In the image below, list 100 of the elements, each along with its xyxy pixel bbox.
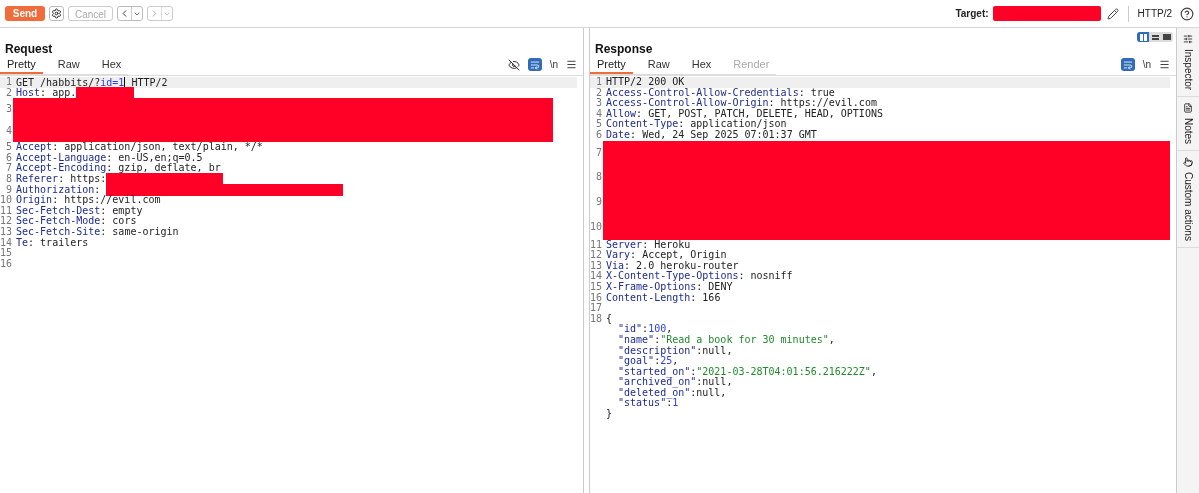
sliders-icon: [1183, 34, 1193, 44]
line-number: 11: [590, 238, 603, 250]
line-number: 12: [0, 215, 13, 227]
menu-icon[interactable]: [1159, 59, 1170, 70]
code-token: "description": [618, 344, 697, 356]
editor-tab[interactable]: Pretty: [0, 58, 43, 74]
line-number: 2: [5, 86, 12, 98]
editor-tab[interactable]: Pretty: [590, 58, 633, 74]
code-token: : https://evil.com: [52, 194, 161, 206]
code-token: "goal": [618, 355, 655, 367]
code-token: :: [690, 365, 697, 377]
code-token: Host: [16, 86, 41, 98]
editor-tab[interactable]: Hex: [94, 58, 129, 74]
side-tab[interactable]: Custom actions: [1177, 151, 1199, 249]
code-token: Sec-Fetch-Site: [16, 225, 101, 237]
editor-tab[interactable]: Hex: [684, 58, 719, 74]
code-token: X-Content-Type-Options: [606, 270, 739, 282]
edit-icon[interactable]: [1106, 7, 1119, 20]
menu-icon[interactable]: [566, 59, 577, 70]
line-number: 7: [595, 147, 602, 159]
code-token: Access-Control-Allow-Credentials: [606, 86, 799, 98]
code-token: 25: [660, 355, 673, 367]
code-token: : app.: [40, 86, 77, 98]
code-token: Sec-Fetch-Mode: [16, 215, 101, 227]
code-token: : Accept, Origin: [630, 249, 727, 261]
line-number: 6: [595, 128, 602, 140]
code-token: Allow: [606, 107, 637, 119]
code-token: : empty: [100, 204, 143, 216]
panel-title: Response: [594, 41, 654, 57]
line-number: 4: [595, 107, 602, 119]
code-token: ,: [828, 333, 835, 345]
line-number: 3: [595, 97, 602, 109]
code-token: "status": [618, 397, 667, 409]
line-number: 1: [595, 76, 602, 87]
code-token: "archived_on": [618, 376, 697, 388]
line-number: 8: [5, 172, 12, 184]
line-number: 16: [590, 291, 603, 303]
code-token: "2021-03-28T04:01:56.216222Z": [696, 365, 871, 377]
eye-off-icon[interactable]: [507, 58, 520, 71]
newline-toggle[interactable]: \n: [549, 57, 558, 72]
code-token: Te: [16, 236, 29, 248]
code-token: {: [606, 312, 613, 324]
code-token: 1: [672, 397, 679, 409]
line-number: 5: [595, 118, 602, 130]
code-token: : cors: [100, 215, 137, 227]
line-number: 8: [595, 172, 602, 183]
code-token: Via: [606, 259, 625, 271]
code-token: HTTP/2 200 OK: [606, 76, 685, 87]
layout-toggle[interactable]: [1137, 32, 1149, 42]
line-number: 3: [5, 103, 12, 115]
help-icon[interactable]: [1180, 6, 1194, 21]
code-token: : https:: [58, 172, 107, 184]
wrap-toggle[interactable]: [527, 58, 542, 71]
line-number: 13: [590, 259, 603, 271]
document-icon: [1183, 103, 1193, 114]
code-token: : 2.0 heroku-router: [624, 259, 739, 271]
newline-toggle[interactable]: \n: [1142, 57, 1151, 72]
code-token: Date: [606, 128, 631, 140]
code-token: Origin: [16, 194, 53, 206]
code-token: :null,: [690, 386, 727, 398]
code-token: }: [606, 408, 613, 420]
code-token: :: [94, 183, 101, 195]
code-token: :null,: [696, 344, 733, 356]
code-token: 100: [648, 323, 667, 335]
line-number: 4: [5, 125, 12, 137]
code-token: :: [666, 397, 673, 409]
editor-tab[interactable]: Raw: [50, 58, 87, 74]
code-token: Accept: [16, 141, 53, 153]
line-number: 7: [5, 162, 12, 174]
wrap-toggle[interactable]: [1120, 58, 1135, 71]
code-token: : en-US,en;q=0.5: [106, 151, 203, 163]
code-token: Referer: [16, 172, 59, 184]
code-token: "started_on": [618, 365, 691, 377]
side-tab[interactable]: Inspector: [1177, 28, 1199, 98]
protocol-label: HTTP/2: [1137, 7, 1172, 21]
line-number: 12: [590, 249, 603, 261]
line-number: 14: [590, 270, 603, 282]
line-number: 13: [0, 225, 13, 237]
line-number: 17: [590, 302, 603, 314]
code-token: HTTP/2: [130, 76, 168, 88]
line-number: 1: [5, 76, 12, 87]
line-number: 10: [589, 221, 602, 233]
settings-button[interactable]: [49, 6, 64, 21]
back-button[interactable]: [117, 6, 143, 21]
code-token: Server: [606, 238, 643, 250]
code-token: "name": [618, 333, 655, 345]
line-number: 14: [0, 236, 13, 248]
code-token: : DENY: [696, 280, 733, 292]
line-number: 15: [590, 280, 603, 292]
code-token: :: [654, 333, 661, 345]
code-token: : same-origin: [100, 225, 179, 237]
target-label: Target:: [955, 7, 989, 21]
layout-toggle[interactable]: [1149, 32, 1161, 42]
side-tab[interactable]: Notes: [1177, 97, 1199, 152]
editor-tab[interactable]: Raw: [640, 58, 677, 74]
line-number: 9: [595, 197, 602, 208]
layout-toggle[interactable]: [1161, 32, 1173, 42]
code-token: ,: [672, 355, 679, 367]
code-token: "deleted_on": [618, 386, 691, 398]
code-token: : application/json, text/plain, */*: [52, 141, 263, 153]
